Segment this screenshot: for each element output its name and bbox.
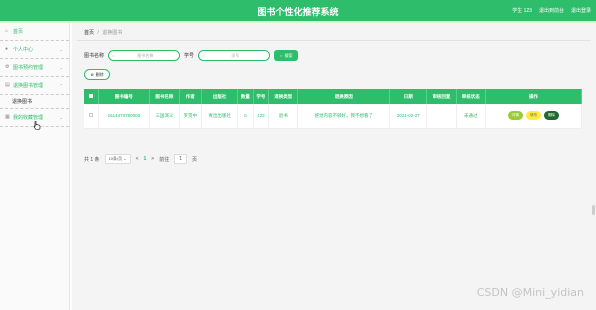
search-bar: 图书名称 ○ 图书名称 学号 ○ 学号 ○ 搜索 bbox=[84, 50, 299, 61]
current-page[interactable]: 1 bbox=[144, 156, 147, 162]
sidebar-item-label: 图书预约管理 bbox=[13, 65, 44, 71]
goto-page-input[interactable]: 1 bbox=[174, 154, 188, 164]
row-delete-button[interactable]: 删除 bbox=[544, 111, 559, 121]
breadcrumb-separator: / bbox=[97, 30, 99, 36]
cell-quantity: 0 bbox=[237, 104, 254, 129]
cell-book-id: 1614473780000 bbox=[98, 104, 151, 129]
home-icon: ⌂ bbox=[5, 28, 9, 34]
col-return-type[interactable]: 退换类型 bbox=[268, 89, 299, 104]
user-icon: ● bbox=[5, 46, 9, 52]
book-icon: ▤ bbox=[5, 82, 10, 88]
hand-cursor-icon bbox=[33, 121, 41, 130]
watermark: CSDN @Mini_yidian bbox=[476, 286, 584, 299]
cell-author: 罗贯中 bbox=[179, 104, 202, 129]
search-label-student-id: 学号 bbox=[184, 53, 195, 59]
sidebar-item-reservations[interactable]: ⚙ 图书预约管理 ⌄ bbox=[0, 59, 69, 77]
breadcrumb-current: 退换图书 bbox=[102, 30, 123, 36]
divider bbox=[77, 40, 591, 41]
sidebar-item-label: 首页 bbox=[13, 29, 24, 35]
book-name-input[interactable]: ○ 图书名称 bbox=[108, 50, 181, 61]
col-book-id[interactable]: 图书编号 bbox=[98, 89, 151, 104]
sidebar-item-label: 我的收藏管理 bbox=[13, 115, 44, 121]
select-all-checkbox[interactable] bbox=[84, 89, 99, 104]
next-page-button[interactable]: > bbox=[151, 156, 154, 162]
col-return-reason[interactable]: 退换原因 bbox=[297, 89, 391, 104]
col-review-status[interactable]: 审核状态 bbox=[456, 89, 487, 104]
gear-icon: ⚙ bbox=[5, 64, 10, 70]
book-name-placeholder: 图书名称 bbox=[137, 52, 154, 58]
col-quantity[interactable]: 数量 bbox=[237, 89, 254, 104]
chevron-down-icon: ⌄ bbox=[59, 115, 63, 120]
top-header: 图书个性化推荐系统 学生 123 退出到前台 退出登录 bbox=[0, 0, 596, 21]
col-actions: 操作 bbox=[485, 89, 582, 104]
col-publisher[interactable]: 出版社 bbox=[201, 89, 239, 104]
cell-date: 2021-02-27 bbox=[389, 104, 428, 129]
cell-review-status: 未通过 bbox=[456, 104, 487, 129]
header-links: 学生 123 退出到前台 退出登录 bbox=[512, 7, 591, 14]
student-id-placeholder: 学号 bbox=[231, 52, 240, 58]
app-title: 图书个性化推荐系统 bbox=[257, 7, 339, 17]
sidebar-subitem-returns[interactable]: 退换图书 bbox=[0, 95, 69, 109]
logout-link[interactable]: 退出登录 bbox=[571, 7, 591, 14]
breadcrumb: 首页 / 退换图书 bbox=[84, 29, 122, 36]
sidebar-item-label: 退换图书管理 bbox=[13, 83, 44, 89]
cell-return-reason: 感觉内容不够好，我不想看了 bbox=[297, 104, 391, 129]
col-date[interactable]: 日期 bbox=[389, 89, 428, 104]
chevron-up-icon: ⌃ bbox=[59, 83, 63, 88]
back-to-front-link[interactable]: 退出到前台 bbox=[539, 7, 564, 14]
main-content: 首页 / 退换图书 图书名称 ○ 图书名称 学号 ○ 学号 ○ 搜索 ⊗ 删除 … bbox=[72, 23, 596, 310]
page-unit-label: 页 bbox=[192, 156, 198, 163]
delete-button[interactable]: ⊗ 删除 bbox=[84, 69, 110, 80]
cell-publisher: 青出出版社 bbox=[201, 104, 239, 129]
list-icon: ▦ bbox=[5, 114, 10, 120]
total-count: 共 1 条 bbox=[84, 156, 100, 163]
cell-actions: 详情 修改 删除 bbox=[485, 104, 582, 129]
cell-student-id: 123 bbox=[253, 104, 270, 129]
delete-button-label: 删除 bbox=[95, 71, 104, 77]
breadcrumb-home[interactable]: 首页 bbox=[84, 30, 94, 36]
returns-table: 图书编号 图书名称 作者 出版社 数量 学号 退换类型 退换原因 日期 审核回复… bbox=[84, 89, 582, 129]
cell-return-type: 退书 bbox=[268, 104, 299, 129]
col-student-id[interactable]: 学号 bbox=[253, 89, 270, 104]
col-review-reply[interactable]: 审核回复 bbox=[426, 89, 457, 104]
sidebar-subitem-label: 退换图书 bbox=[12, 99, 33, 105]
chevron-down-icon: ⌄ bbox=[59, 47, 63, 52]
trash-icon: ⊗ bbox=[90, 72, 94, 77]
cell-review-reply bbox=[426, 104, 457, 129]
edit-button[interactable]: 修改 bbox=[526, 111, 541, 121]
detail-button[interactable]: 详情 bbox=[508, 111, 523, 121]
search-label-book-name: 图书名称 bbox=[84, 53, 105, 59]
table-row: 1614473780000 三国演义 罗贯中 青出出版社 0 123 退书 感觉… bbox=[84, 104, 582, 129]
page-size-select[interactable]: 10条/页 ⌄ bbox=[104, 154, 131, 164]
sidebar-item-label: 个人中心 bbox=[13, 47, 34, 53]
student-id-input[interactable]: ○ 学号 bbox=[198, 50, 271, 61]
col-book-name[interactable]: 图书名称 bbox=[149, 89, 180, 104]
user-label: 学生 123 bbox=[512, 8, 532, 14]
sidebar-item-returns[interactable]: ▤ 退换图书管理 ⌃ bbox=[0, 77, 69, 95]
prev-page-button[interactable]: < bbox=[136, 156, 139, 162]
scrollbar[interactable] bbox=[592, 205, 595, 215]
sidebar-item-home[interactable]: ⌂ 首页 bbox=[0, 23, 69, 41]
table-header-row: 图书编号 图书名称 作者 出版社 数量 学号 退换类型 退换原因 日期 审核回复… bbox=[84, 89, 582, 104]
sidebar: ⌂ 首页 ● 个人中心 ⌄ ⚙ 图书预约管理 ⌄ ▤ 退换图书管理 ⌃ 退换图书… bbox=[0, 23, 70, 310]
goto-label: 前往 bbox=[159, 156, 170, 163]
row-checkbox[interactable] bbox=[84, 104, 99, 129]
sidebar-item-profile[interactable]: ● 个人中心 ⌄ bbox=[0, 41, 69, 59]
chevron-down-icon: ⌄ bbox=[59, 65, 63, 70]
search-button-label: 搜索 bbox=[284, 52, 293, 58]
col-author[interactable]: 作者 bbox=[179, 89, 202, 104]
cell-book-name: 三国演义 bbox=[149, 104, 180, 129]
search-icon: ○ bbox=[280, 53, 283, 58]
pagination: 共 1 条 10条/页 ⌄ < 1 > 前往 1 页 bbox=[84, 154, 197, 164]
search-button[interactable]: ○ 搜索 bbox=[274, 50, 299, 61]
page-size-value: 10条/页 bbox=[108, 156, 123, 161]
